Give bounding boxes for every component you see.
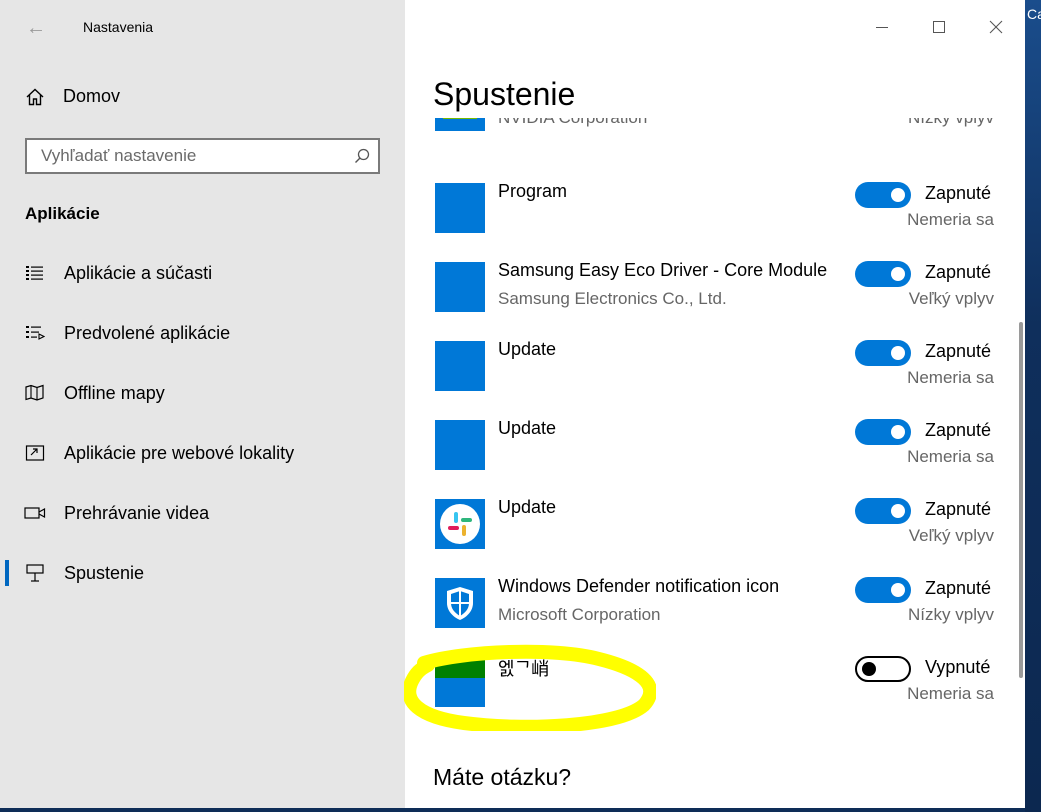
toggle-knob — [891, 188, 905, 202]
startup-app-row: Samsung Easy Eco Driver - Core Module Sa… — [405, 260, 1025, 339]
startup-app-row: NVIDIA Corporation Nízky vplyv — [405, 118, 1025, 158]
startup-app-list: NVIDIA Corporation Nízky vplyv Program Z… — [405, 118, 1025, 718]
search-box — [25, 138, 380, 174]
blank-app-icon — [435, 420, 485, 470]
startup-app-row: Update Zapnuté Veľký vplyv — [405, 497, 1025, 576]
apps-list-icon — [24, 262, 46, 284]
startup-app-row: Update Zapnuté Nemeria sa — [405, 339, 1025, 418]
unknown-app-icon — [435, 657, 485, 707]
sidebar-item-label: Predvolené aplikácie — [64, 322, 231, 343]
selection-indicator — [5, 560, 9, 586]
sidebar-item-home-label: Domov — [63, 86, 121, 106]
toggle-knob — [891, 267, 905, 281]
toggle-knob — [891, 583, 905, 597]
startup-toggle[interactable] — [855, 340, 911, 366]
back-button[interactable]: ← — [22, 14, 50, 42]
toggle-state: Vypnuté — [925, 657, 991, 677]
web-apps-icon — [24, 442, 46, 464]
startup-impact: Nemeria sa — [907, 210, 994, 229]
toggle-state: Zapnuté — [925, 262, 992, 282]
startup-impact: Nemeria sa — [907, 368, 994, 387]
startup-app-row: Windows Defender notification icon Micro… — [405, 576, 1025, 655]
app-publisher: Samsung Electronics Co., Ltd. — [498, 289, 727, 308]
startup-app-row: Program Zapnuté Nemeria sa — [405, 181, 1025, 260]
toggle-state: Zapnuté — [925, 341, 992, 361]
sidebar-item-apps-features[interactable]: Aplikácie a súčasti — [0, 249, 405, 297]
toggle-knob — [891, 504, 905, 518]
app-name: Update — [498, 497, 557, 517]
scrollbar-thumb[interactable] — [1019, 322, 1023, 678]
arrow-left-icon: ← — [26, 17, 46, 39]
toggle-knob — [891, 346, 905, 360]
startup-toggle[interactable] — [855, 261, 911, 287]
search-icon[interactable] — [354, 148, 370, 164]
startup-app-row: 엜ᄀ峭 Vypnuté Nemeria sa — [405, 655, 1025, 718]
sidebar-section-title: Aplikácie — [25, 204, 100, 223]
sidebar-item-label: Aplikácie a súčasti — [64, 262, 213, 283]
app-publisher: NVIDIA Corporation — [498, 118, 647, 128]
sidebar-item-label: Spustenie — [64, 562, 145, 583]
close-icon — [989, 20, 1003, 34]
startup-impact: Nízky vplyv — [908, 605, 994, 624]
startup-impact: Veľký vplyv — [908, 526, 994, 545]
app-name: Windows Defender notification icon — [498, 576, 780, 596]
app-name: Update — [498, 418, 557, 438]
startup-toggle[interactable] — [855, 656, 911, 682]
toggle-state: Zapnuté — [925, 578, 992, 598]
main-pane: Spustenie NVIDIA Corporation Nízky vplyv… — [405, 0, 1025, 808]
home-icon — [26, 88, 44, 105]
video-icon — [24, 502, 46, 524]
maximize-button[interactable] — [924, 12, 954, 42]
sidebar-item-label: Prehrávanie videa — [64, 502, 210, 523]
startup-impact: Nemeria sa — [907, 684, 994, 703]
startup-impact: Nemeria sa — [907, 447, 994, 466]
toggle-state: Zapnuté — [925, 183, 992, 203]
close-button[interactable] — [981, 12, 1011, 42]
app-publisher: Microsoft Corporation — [498, 605, 661, 624]
app-name: 엜ᄀ峭 — [498, 659, 550, 679]
startup-toggle[interactable] — [855, 577, 911, 603]
sidebar-item-offline-maps[interactable]: Offline mapy — [0, 369, 405, 417]
startup-toggle[interactable] — [855, 182, 911, 208]
slack-icon — [435, 499, 485, 549]
toggle-knob — [862, 662, 876, 676]
desktop-edge-text: Ca — [1027, 6, 1041, 22]
startup-icon — [24, 562, 46, 584]
window-title: Nastavenia — [83, 19, 154, 35]
map-icon — [24, 382, 46, 404]
app-name: Update — [498, 339, 557, 359]
app-name: Samsung Easy Eco Driver - Core Module — [498, 260, 828, 280]
sidebar-item-label: Aplikácie pre webové lokality — [64, 442, 295, 463]
startup-toggle[interactable] — [855, 419, 911, 445]
maximize-icon — [933, 21, 945, 33]
search-input[interactable] — [27, 140, 341, 172]
defender-shield-icon — [435, 578, 485, 628]
settings-window: ← Nastavenia Domov Aplikácie — [0, 0, 1025, 808]
startup-toggle[interactable] — [855, 498, 911, 524]
sidebar-item-default-apps[interactable]: Predvolené aplikácie — [0, 309, 405, 357]
nvidia-icon — [435, 118, 485, 131]
sidebar: ← Nastavenia Domov Aplikácie — [0, 0, 405, 808]
blank-app-icon — [435, 262, 485, 312]
blank-app-icon — [435, 341, 485, 391]
sidebar-item-startup[interactable]: Spustenie — [0, 549, 405, 597]
minimize-button[interactable] — [867, 12, 897, 42]
startup-app-row: Update Zapnuté Nemeria sa — [405, 418, 1025, 497]
default-apps-icon — [24, 322, 46, 344]
page-title: Spustenie — [433, 76, 576, 112]
desktop-background: Ca — [1025, 0, 1041, 812]
blank-app-icon — [435, 183, 485, 233]
toggle-knob — [891, 425, 905, 439]
toggle-state: Zapnuté — [925, 499, 992, 519]
startup-impact: Veľký vplyv — [908, 289, 994, 308]
sidebar-item-label: Offline mapy — [64, 382, 165, 403]
sidebar-item-web-apps[interactable]: Aplikácie pre webové lokality — [0, 429, 405, 477]
sidebar-item-home[interactable]: Domov — [25, 86, 120, 107]
question-heading: Máte otázku? — [433, 764, 572, 790]
sidebar-item-video-playback[interactable]: Prehrávanie videa — [0, 489, 405, 537]
app-name: Program — [498, 181, 568, 201]
toggle-state: Zapnuté — [925, 420, 992, 440]
minimize-icon — [876, 27, 888, 28]
startup-impact: Nízky vplyv — [908, 118, 994, 128]
